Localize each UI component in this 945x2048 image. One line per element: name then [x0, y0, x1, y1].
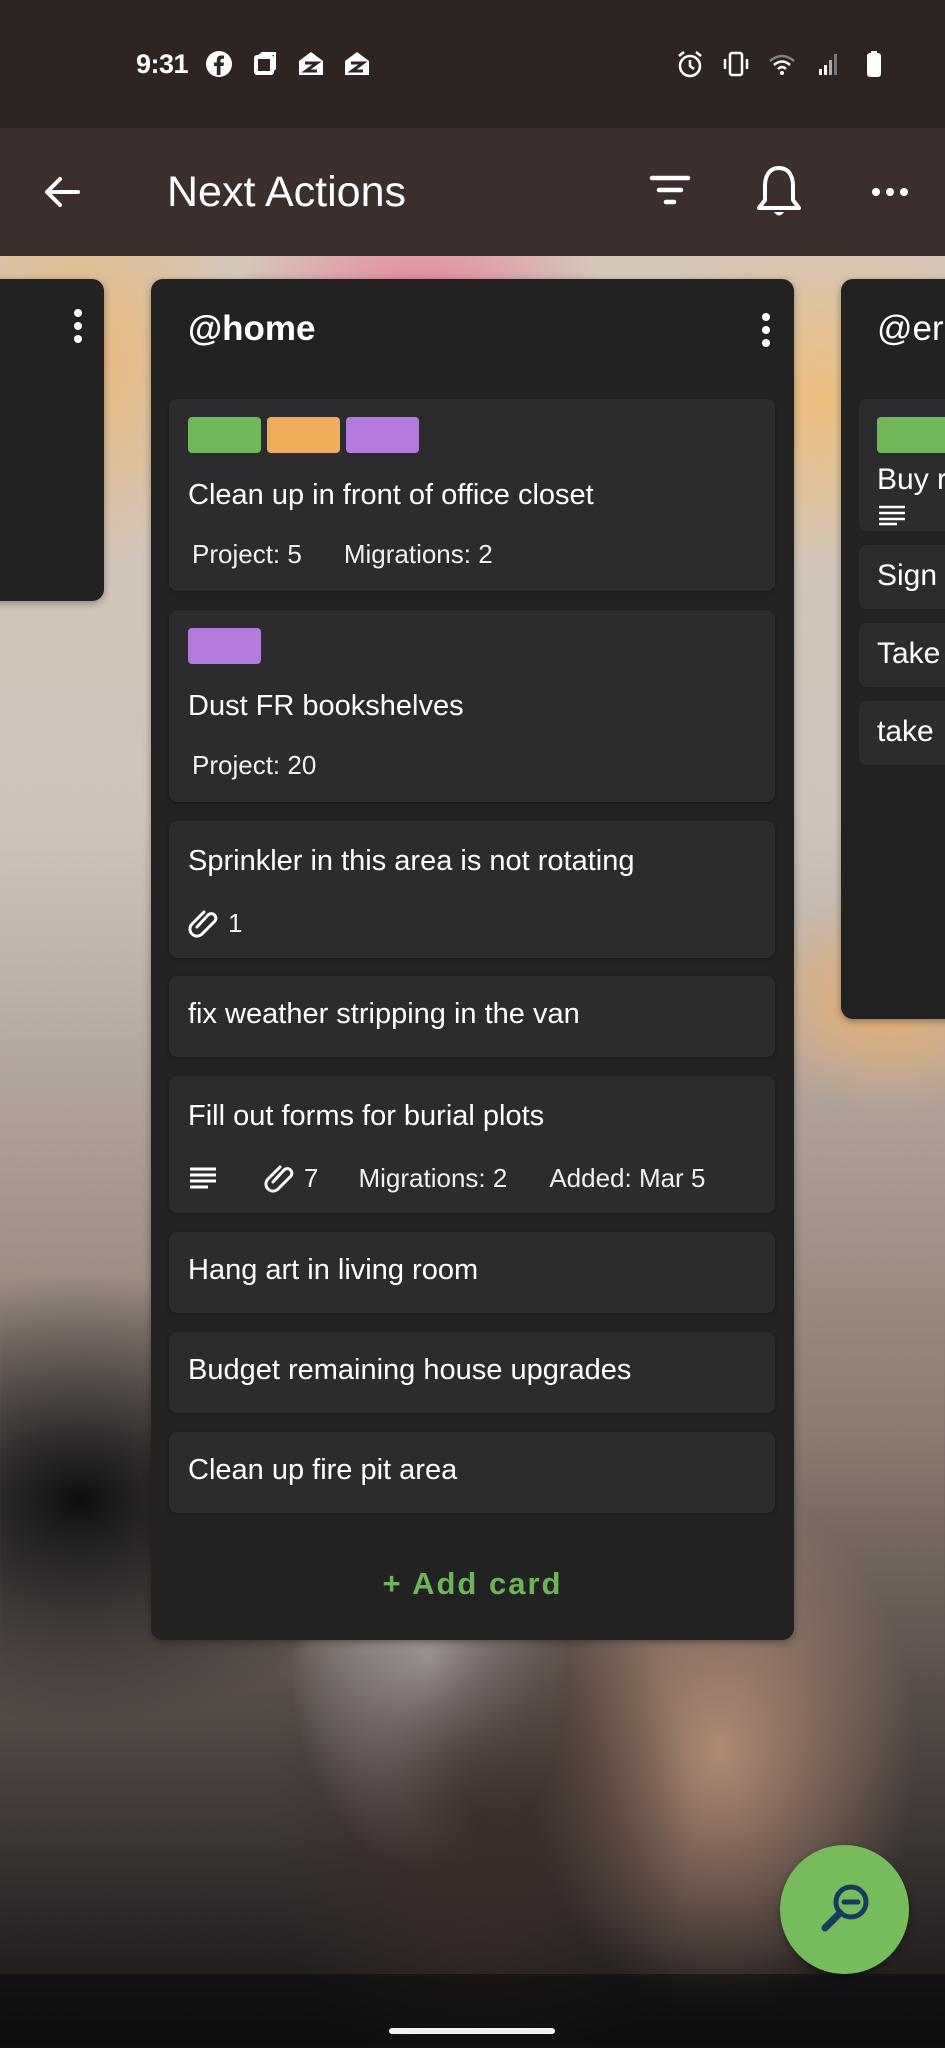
- arrow-left-icon: [45, 177, 80, 207]
- card[interactable]: fix weather stripping in the van: [169, 976, 775, 1057]
- card[interactable]: Sign: [859, 545, 945, 609]
- battery-icon: [859, 49, 889, 79]
- home-gesture-handle[interactable]: [389, 2028, 555, 2034]
- card[interactable]: Fill out forms for burial plots 7 Migrat…: [169, 1076, 775, 1213]
- list-title: @home: [188, 309, 316, 348]
- bell-icon: [757, 166, 801, 216]
- card-title: Budget remaining house upgrades: [188, 1354, 632, 1386]
- card-title: Hang art in living room: [188, 1254, 479, 1286]
- wifi-icon: [767, 49, 797, 79]
- card-title: Take: [877, 637, 941, 670]
- card-title: Sprinkler in this area is not rotating: [188, 845, 635, 877]
- paperclip-icon: [264, 1165, 294, 1193]
- status-bar: 9:31: [0, 0, 945, 128]
- more-horizontal-icon: [872, 188, 908, 196]
- zoom-out-button[interactable]: [780, 1845, 909, 1974]
- card[interactable]: Clean up fire pit area: [169, 1432, 775, 1513]
- zillow-icon: [296, 49, 326, 79]
- card-labels: [877, 417, 945, 453]
- card[interactable]: Clean up in front of office closet Proje…: [169, 399, 775, 591]
- card[interactable]: take: [859, 701, 945, 765]
- card-title: Buy r: [877, 463, 945, 496]
- added-date-badge: Added: Mar 5: [549, 1162, 706, 1193]
- attachment-count: 1: [228, 907, 243, 938]
- description-icon: [190, 1167, 216, 1189]
- list-home: @home Clean up in front of office closet…: [151, 279, 794, 1640]
- card-title: fix weather stripping in the van: [188, 998, 580, 1030]
- attachment-badge: 7: [264, 1161, 318, 1195]
- alarm-icon: [675, 49, 705, 79]
- list-partial-left: [0, 279, 104, 601]
- card-title: take: [877, 715, 934, 748]
- filter-button[interactable]: [648, 172, 692, 212]
- zoom-out-icon: [821, 1884, 868, 1931]
- card[interactable]: Sprinkler in this area is not rotating 1: [169, 821, 775, 958]
- status-time: 9:31: [136, 48, 189, 79]
- add-card-button[interactable]: + Add card: [151, 1566, 794, 1602]
- list-menu-button[interactable]: [760, 313, 772, 347]
- card[interactable]: Hang art in living room: [169, 1232, 775, 1313]
- app-bar: Next Actions: [0, 128, 945, 256]
- migrations-badge: Migrations: 2: [343, 539, 493, 569]
- label-green: [188, 417, 261, 453]
- card-labels: [188, 417, 419, 453]
- card[interactable]: Take: [859, 623, 945, 687]
- back-button[interactable]: [40, 170, 84, 214]
- description-icon: [879, 505, 905, 526]
- card-title: Clean up fire pit area: [188, 1454, 458, 1486]
- card-meta: 7 Migrations: 2 Added: Mar 5: [188, 1161, 705, 1195]
- filter-icon: [649, 175, 691, 205]
- label-orange: [267, 417, 340, 453]
- project-badge: Project: 20: [192, 750, 317, 780]
- system-nav-bar: [0, 1974, 945, 2048]
- square-app-icon: [250, 49, 280, 79]
- card-title: Clean up in front of office closet: [188, 479, 594, 511]
- card-labels: [188, 628, 261, 664]
- more-options-button[interactable]: [868, 180, 912, 204]
- list-errands-partial: @er Buy r Sign Take take: [841, 279, 945, 1019]
- card-meta: Project: 5 Migrations: 2: [192, 539, 493, 570]
- card-title: Sign: [877, 559, 938, 592]
- project-badge: Project: 5: [192, 539, 302, 569]
- status-left: 9:31: [136, 49, 372, 80]
- card[interactable]: Dust FR bookshelves Project: 20: [169, 610, 775, 802]
- notifications-button[interactable]: [754, 164, 804, 220]
- label-green: [877, 417, 945, 453]
- card-title: Dust FR bookshelves: [188, 690, 464, 722]
- migrations-badge: Migrations: 2: [358, 1162, 508, 1193]
- card-meta: Project: 20: [192, 750, 316, 781]
- list-title: @er: [877, 309, 944, 348]
- label-purple: [188, 628, 261, 664]
- paperclip-icon: [188, 910, 218, 938]
- zillow-icon: [342, 49, 372, 79]
- label-purple: [346, 417, 419, 453]
- card[interactable]: Budget remaining house upgrades: [169, 1332, 775, 1413]
- facebook-icon: [204, 49, 234, 79]
- status-right: [675, 49, 889, 79]
- card-meta: 1: [188, 906, 242, 940]
- page-title: Next Actions: [167, 168, 406, 216]
- card[interactable]: Buy r: [859, 399, 945, 531]
- signal-icon: [813, 49, 843, 79]
- attachment-count: 7: [304, 1162, 319, 1193]
- attachment-badge: 1: [188, 906, 242, 940]
- description-badge: [188, 1165, 220, 1191]
- card-title: Fill out forms for burial plots: [188, 1100, 545, 1132]
- list-menu-button[interactable]: [72, 309, 84, 343]
- vibrate-icon: [721, 49, 751, 79]
